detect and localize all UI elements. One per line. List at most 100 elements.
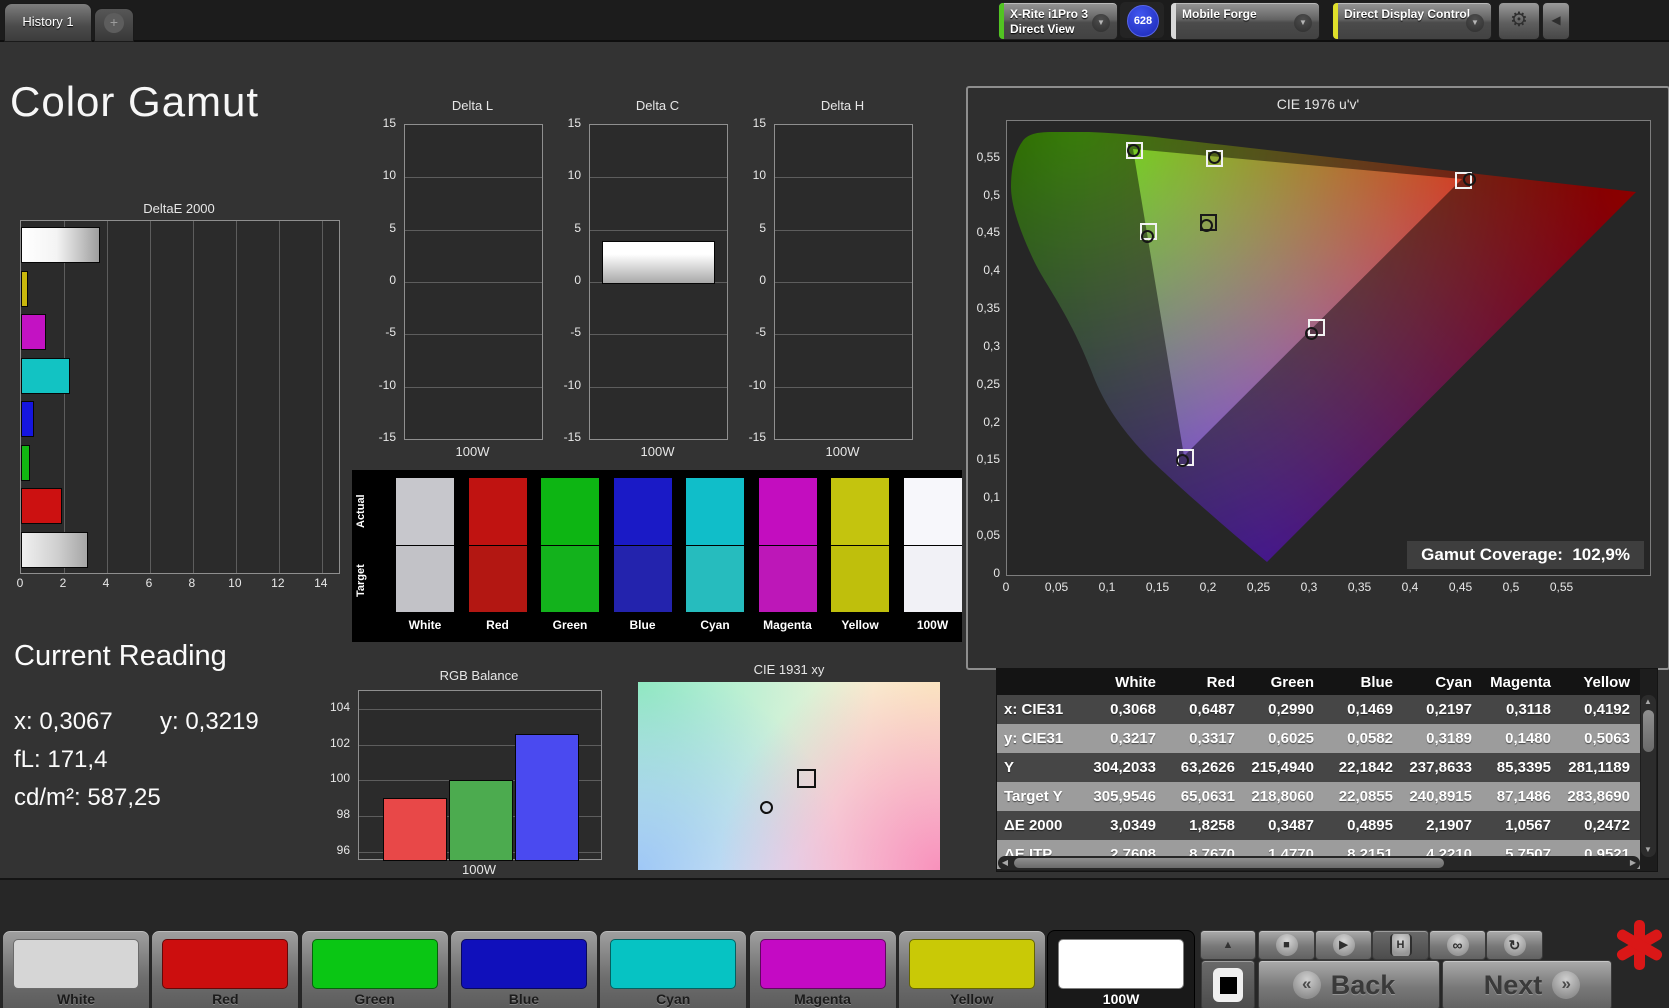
- actual-swatch-cyan: [686, 478, 744, 545]
- y-tick-label: 0,15: [976, 452, 1000, 467]
- delta-plot: [774, 124, 913, 440]
- y-tick-label: 0,4: [983, 263, 1000, 278]
- actual-swatch-yellow: [831, 478, 889, 545]
- continuous-read-button[interactable]: ∞: [1429, 930, 1486, 960]
- actual-swatch-100w: [903, 478, 962, 545]
- window-size-button[interactable]: H: [1372, 930, 1429, 960]
- refresh-button[interactable]: ↻: [1486, 930, 1543, 960]
- display-status-stripe: [1333, 3, 1338, 39]
- grid-line: [106, 221, 108, 573]
- pattern-button-green[interactable]: Green: [300, 930, 449, 1008]
- rgb-balance-y-axis: 104 102 100 98 96: [320, 690, 354, 858]
- delta-bar: [602, 241, 715, 284]
- grid-line: [775, 334, 912, 336]
- table-cell: 0,0582: [1347, 730, 1393, 747]
- table-row: ΔE 2000 3,0349 1,8258 0,3487 0,4895 2,1907 1,0…: [997, 811, 1640, 840]
- chevrons-left-icon: «: [1292, 971, 1321, 999]
- grid-line: [775, 282, 912, 283]
- table-cell: 0,3217: [1110, 730, 1156, 747]
- play-button[interactable]: ▶: [1315, 930, 1372, 960]
- table-row: Y 304,2033 63,2626 215,4940 22,1842 237,8633 8…: [997, 753, 1640, 782]
- pattern-swatch: [13, 939, 139, 989]
- add-tab-button[interactable]: +: [94, 8, 134, 42]
- grid-line: [63, 221, 65, 573]
- target-swatch-cyan: [686, 546, 744, 612]
- collapse-panel-button[interactable]: ◀: [1542, 2, 1570, 40]
- meter-dropdown[interactable]: X-Rite i1Pro 3 Direct View ▼: [998, 2, 1118, 40]
- target-swatch-red: [468, 546, 527, 612]
- target-swatch-blue: [613, 546, 672, 612]
- grid-line: [405, 229, 542, 231]
- scrollbar-thumb[interactable]: [1643, 710, 1654, 752]
- scroll-up-icon[interactable]: ▲: [1641, 695, 1655, 709]
- actual-marker-yellow: [1207, 151, 1221, 165]
- settings-button[interactable]: ⚙: [1498, 2, 1540, 40]
- y-tick-label: -15: [563, 430, 581, 444]
- scroll-down-icon[interactable]: ▼: [1641, 843, 1655, 857]
- deltae-bar-blue: [21, 401, 34, 437]
- y-tick-label: -10: [748, 377, 766, 392]
- y-tick-label: 104: [329, 699, 350, 714]
- scroll-right-icon[interactable]: ▶: [1626, 856, 1640, 870]
- deltae-bar-white: [21, 531, 89, 568]
- actual-swatch-magenta: [758, 478, 817, 545]
- y-tick-label: -10: [563, 377, 581, 392]
- source-dropdown[interactable]: Mobile Forge ▼: [1170, 2, 1320, 40]
- actual-marker-blue: [1176, 453, 1190, 467]
- x-tick-label: 0,3: [1300, 580, 1318, 594]
- actual-marker: [760, 800, 774, 814]
- measurement-table: White Red Green Blue Cyan Magenta Yellow x: CIE…: [996, 668, 1658, 872]
- pattern-swatch: [162, 939, 289, 989]
- delta-plot: [404, 124, 543, 440]
- y-tick-label: 0: [759, 273, 766, 287]
- pattern-button-cyan[interactable]: Cyan: [599, 930, 748, 1008]
- table-horizontal-scrollbar[interactable]: ◀ ▶: [998, 856, 1640, 870]
- y-tick-label: 10: [752, 168, 766, 183]
- stop-button[interactable]: ■: [1258, 930, 1315, 960]
- pattern-button-white[interactable]: White: [2, 930, 150, 1008]
- target-marker: [797, 768, 817, 788]
- display-control-dropdown[interactable]: Direct Display Control ▼: [1332, 2, 1492, 40]
- tab-history-1[interactable]: History 1: [4, 3, 92, 42]
- actual-swatch-white: [396, 478, 454, 545]
- x-tick-label: 6: [145, 576, 153, 590]
- swatch-label: Red: [486, 618, 509, 632]
- meter-mode: Direct View: [1010, 22, 1075, 36]
- x-tick-label: 0: [16, 576, 24, 590]
- x-axis-label: 100W: [825, 444, 860, 459]
- next-button[interactable]: Next »: [1442, 960, 1612, 1008]
- column-header-green: Green: [1270, 673, 1314, 691]
- scrollbar-thumb[interactable]: [1014, 858, 1444, 868]
- pattern-window-button[interactable]: [1201, 960, 1255, 1008]
- y-axis-labels: 15 10 5 0 -5 -10 -15: [368, 116, 398, 444]
- pattern-button-red[interactable]: Red: [151, 930, 300, 1008]
- grid-line: [590, 334, 727, 336]
- delta-chart-group-delta_l: Delta L 15 10 5 0 -5 -10 -15 100W: [368, 96, 543, 464]
- target-swatch-green: [541, 546, 599, 612]
- pattern-button-blue[interactable]: Blue: [449, 930, 598, 1008]
- pattern-swatch: [1058, 939, 1185, 989]
- y-tick-label: 0: [389, 273, 396, 287]
- x-tick-label: 14: [314, 576, 328, 590]
- table-cell: 304,2033: [1093, 759, 1156, 776]
- actual-swatch-blue: [613, 478, 672, 545]
- pattern-swatch: [759, 939, 886, 989]
- pattern-button-yellow[interactable]: Yellow: [897, 930, 1046, 1008]
- y-tick-label: 96: [336, 842, 350, 857]
- target-swatch-white: [396, 546, 454, 612]
- y-tick-label: 0,5: [983, 187, 1000, 202]
- scroll-left-icon[interactable]: ◀: [998, 856, 1012, 870]
- rgb-balance-title: RGB Balance: [439, 668, 519, 683]
- back-button[interactable]: « Back: [1258, 960, 1440, 1008]
- pattern-button-100w[interactable]: 100W: [1047, 930, 1196, 1008]
- grid-line: [321, 221, 323, 573]
- table-vertical-scrollbar[interactable]: ▲ ▼: [1641, 695, 1656, 857]
- x-tick-label: 10: [228, 576, 242, 590]
- cie1976-y-axis: 0,55 0,5 0,45 0,4 0,35 0,3 0,25 0,2 0,15 0,1 0,05 0: [970, 120, 1002, 580]
- swatch-label: 100W: [916, 618, 949, 632]
- pattern-button-magenta[interactable]: Magenta: [748, 930, 897, 1008]
- pattern-list-up-button[interactable]: ▲: [1200, 930, 1256, 960]
- x-tick-label: 0,55: [1549, 580, 1574, 594]
- x-tick-label: 0: [1002, 580, 1010, 594]
- grid-line: [775, 229, 912, 231]
